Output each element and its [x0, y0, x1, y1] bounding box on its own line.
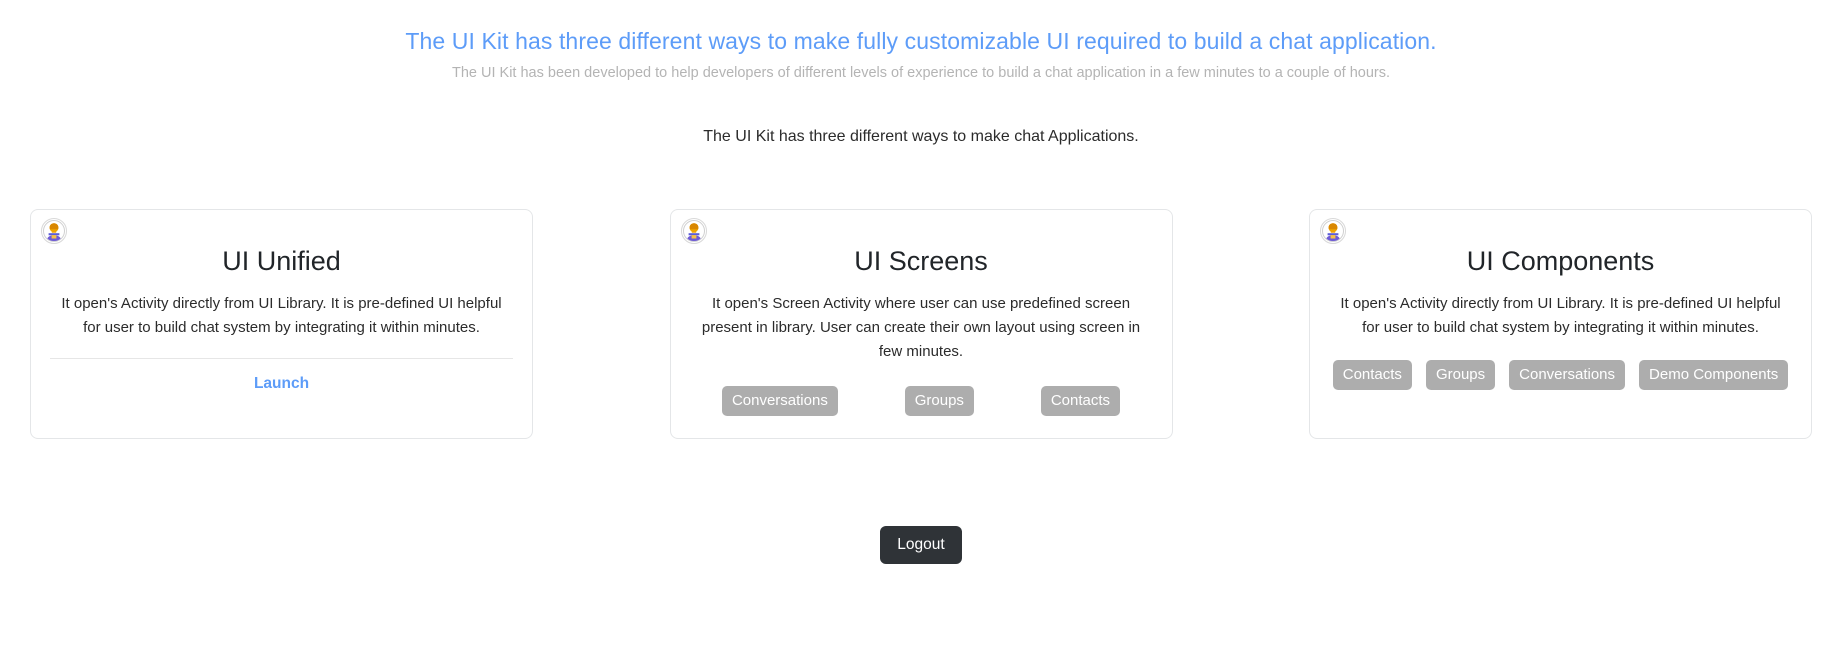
conversations-button[interactable]: Conversations [1509, 360, 1626, 390]
card-ui-screens[interactable]: UI Screens It open's Screen Activity whe… [669, 209, 1173, 439]
page-title: The UI Kit has three different ways to m… [405, 28, 1437, 54]
card-description: It open's Screen Activity where user can… [701, 295, 1141, 360]
demo-components-button[interactable]: Demo Components [1639, 360, 1789, 390]
page-subtitle: The UI Kit has been developed to help de… [452, 65, 1390, 81]
hero-header: The UI Kit has three different ways to m… [0, 0, 1842, 84]
card-description: It open's Activity directly from UI Libr… [61, 295, 502, 336]
user-avatar-icon [41, 218, 67, 244]
card-ui-unified[interactable]: UI Unified It open's Activity directly f… [30, 209, 533, 439]
logout-area: Logout [0, 526, 1842, 564]
user-avatar-icon [1320, 218, 1346, 244]
user-avatar-icon [680, 218, 707, 244]
section-intro-text: The UI Kit has three different ways to m… [703, 128, 1139, 145]
launch-link[interactable]: Launch [254, 375, 309, 393]
groups-button[interactable]: Groups [1425, 360, 1496, 390]
card-divider [50, 358, 513, 359]
cards-row: UI Unified It open's Activity directly f… [0, 209, 1842, 439]
card-title: UI Screens [854, 246, 988, 276]
card-title: UI Unified [222, 246, 341, 276]
app-page: The UI Kit has three different ways to m… [0, 0, 1842, 650]
card-button-row: Contacts Groups Conversations Demo Compo… [1328, 360, 1793, 390]
card-ui-components[interactable]: UI Components It open's Activity directl… [1309, 209, 1812, 439]
groups-button[interactable]: Groups [904, 386, 974, 416]
contacts-button[interactable]: Contacts [1332, 360, 1412, 390]
card-button-row: Conversations Groups Contacts [689, 386, 1154, 416]
logout-button[interactable]: Logout [880, 526, 962, 564]
contacts-button[interactable]: Contacts [1040, 386, 1121, 416]
card-description: It open's Activity directly from UI Libr… [1340, 295, 1781, 336]
conversations-button[interactable]: Conversations [721, 386, 838, 416]
card-title: UI Components [1466, 246, 1655, 276]
